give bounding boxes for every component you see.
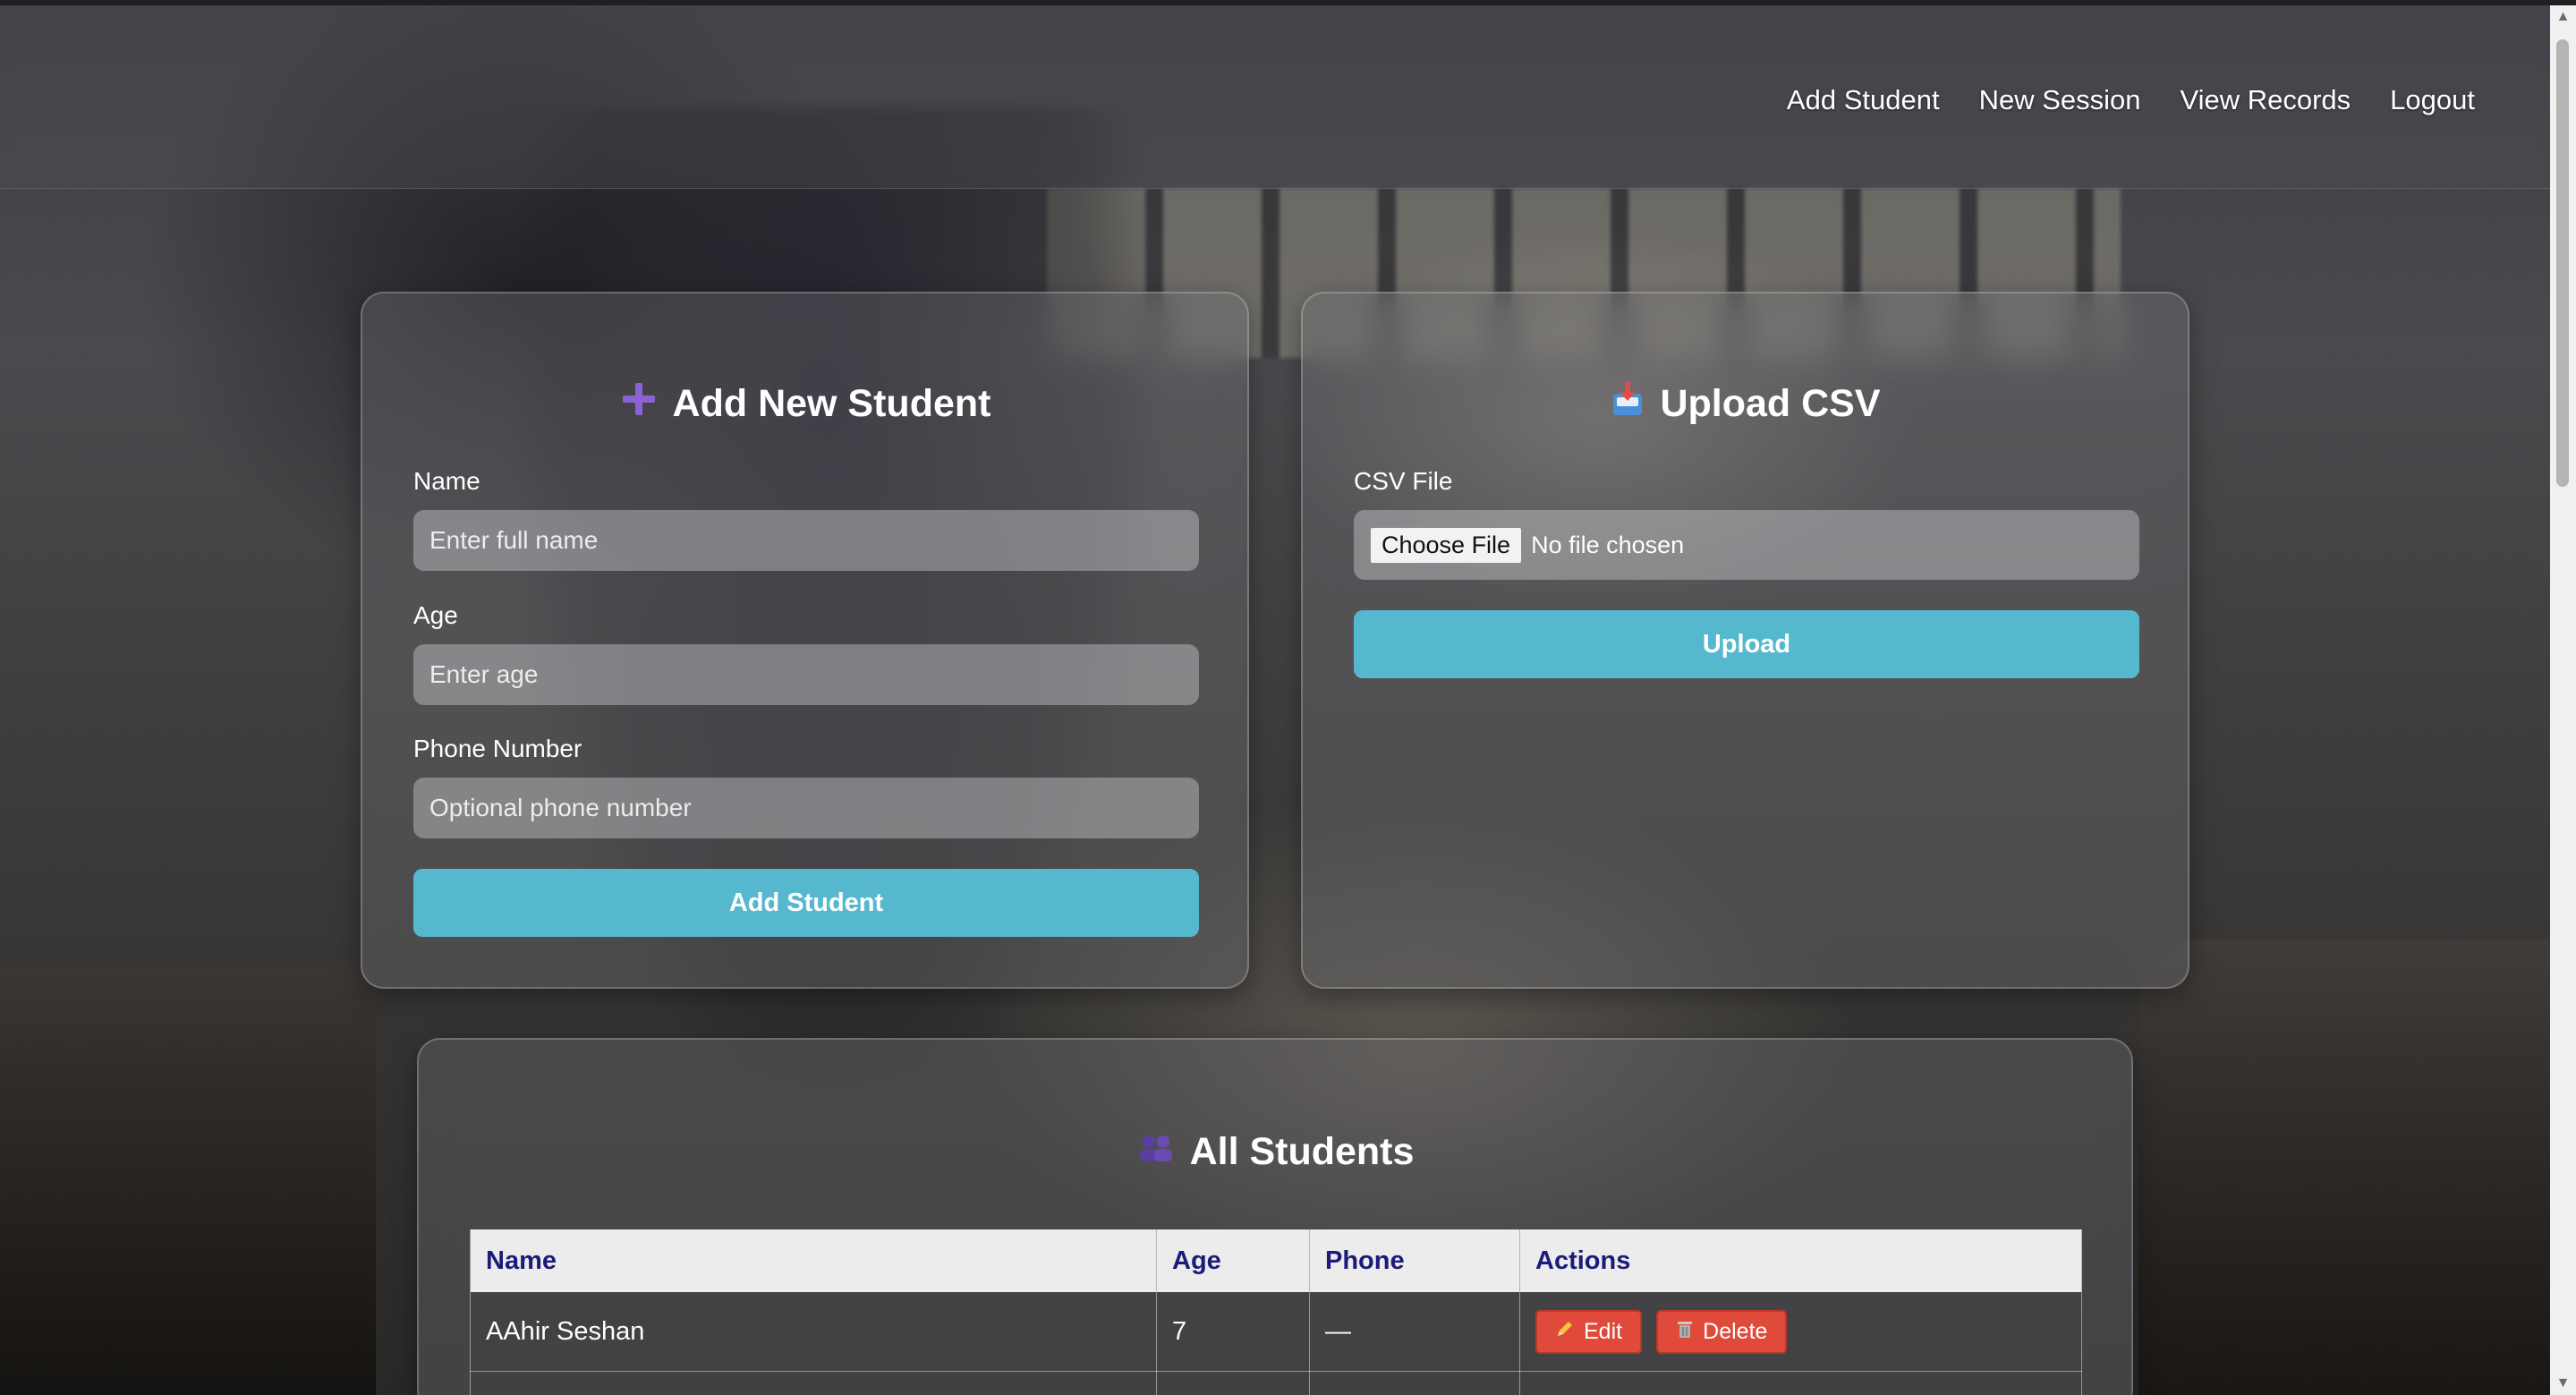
add-student-card: Add New Student Name Age Phone Number Ad… xyxy=(361,292,1249,989)
age-input[interactable] xyxy=(413,644,1199,705)
file-status-text: No file chosen xyxy=(1531,531,1685,558)
upload-button[interactable]: Upload xyxy=(1354,610,2139,678)
page-scrollbar[interactable]: ▲ ▼ xyxy=(2550,5,2576,1395)
table-row xyxy=(470,1371,2082,1395)
csv-file-label: CSV File xyxy=(1354,467,1453,495)
nav-new-session[interactable]: New Session xyxy=(1979,84,2141,116)
cell-name: AAhir Seshan xyxy=(470,1292,1157,1372)
table-row: AAhir Seshan 7 — Edit Delete xyxy=(470,1292,2082,1372)
plus-icon xyxy=(619,379,659,429)
nav-logout[interactable]: Logout xyxy=(2390,84,2475,116)
name-label: Name xyxy=(413,467,480,495)
column-header-phone[interactable]: Phone xyxy=(1309,1229,1520,1292)
edit-button-label: Edit xyxy=(1584,1318,1623,1344)
phone-label: Phone Number xyxy=(413,735,582,762)
scroll-up-arrow-icon[interactable]: ▲ xyxy=(2550,5,2576,29)
delete-button[interactable]: Delete xyxy=(1656,1309,1788,1354)
phone-input[interactable] xyxy=(413,778,1199,838)
all-students-title: All Students xyxy=(1189,1130,1415,1173)
all-students-heading: All Students xyxy=(419,1129,2131,1175)
add-student-button[interactable]: Add Student xyxy=(413,869,1199,937)
cell-age: 7 xyxy=(1156,1292,1310,1372)
scrollbar-thumb[interactable] xyxy=(2556,39,2569,487)
add-student-heading: Add New Student xyxy=(362,379,1247,429)
choose-file-button[interactable]: Choose File xyxy=(1370,526,1523,564)
column-header-name[interactable]: Name xyxy=(470,1229,1157,1292)
nav-view-records[interactable]: View Records xyxy=(2180,84,2351,116)
delete-button-label: Delete xyxy=(1703,1318,1768,1344)
csv-file-input[interactable]: Choose File No file chosen xyxy=(1354,510,2139,580)
background-desk-left xyxy=(0,966,376,1395)
scroll-down-arrow-icon[interactable]: ▼ xyxy=(2550,1372,2576,1395)
pencil-icon xyxy=(1555,1319,1575,1345)
edit-button[interactable]: Edit xyxy=(1535,1309,1643,1354)
inbox-tray-icon xyxy=(1610,379,1645,429)
nav-links: Add Student New Session View Records Log… xyxy=(1787,84,2475,116)
table-header-row: Name Age Phone Actions xyxy=(470,1229,2082,1292)
upload-csv-heading: Upload CSV xyxy=(1303,379,2188,429)
all-students-card: All Students Name Age Phone Actions AAhi… xyxy=(417,1038,2133,1395)
upload-csv-card: Upload CSV CSV File Choose File No file … xyxy=(1301,292,2189,989)
age-label: Age xyxy=(413,601,458,629)
column-header-age[interactable]: Age xyxy=(1156,1229,1310,1292)
background-desk-right xyxy=(2138,940,2576,1395)
people-icon xyxy=(1136,1129,1176,1175)
cell-phone: — xyxy=(1309,1292,1520,1372)
cell-actions: Edit Delete xyxy=(1519,1292,2082,1372)
students-table: Name Age Phone Actions AAhir Seshan 7 — xyxy=(470,1229,2082,1395)
upload-csv-title: Upload CSV xyxy=(1660,382,1881,425)
name-input[interactable] xyxy=(413,510,1199,571)
top-navbar: Add Student New Session View Records Log… xyxy=(0,5,2550,189)
wastebasket-icon xyxy=(1676,1319,1694,1345)
column-header-actions: Actions xyxy=(1519,1229,2082,1292)
nav-add-student[interactable]: Add Student xyxy=(1787,84,1940,116)
add-student-title: Add New Student xyxy=(672,382,991,425)
